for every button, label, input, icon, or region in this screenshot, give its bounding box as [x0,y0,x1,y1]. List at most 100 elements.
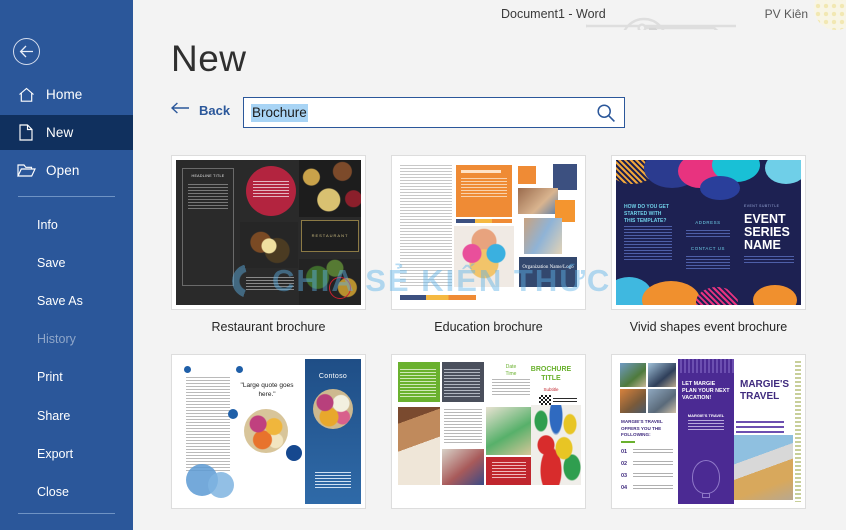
thumb-panel-brand: MARGIE'S TRAVEL [687,413,725,418]
template-item[interactable]: HEADLINE TITLE RESTAURANT Restaurant bro… [171,155,391,334]
thumb-list-lines [633,449,673,455]
search-icon[interactable] [594,101,618,125]
thumb-blob [700,176,740,200]
thumb-title: BROCHURE TITLE [530,366,572,382]
thumbnail-art: Date Time BROCHURE TITLE Subtitle [396,359,581,504]
thumb-photo-food-center [240,222,298,268]
sidebar-item-label: Open [46,163,80,178]
thumbnail-art: HOW DO YOU GET STARTED WITH THIS TEMPLAT… [616,160,801,305]
template-thumbnail-vivid[interactable]: HOW DO YOU GET STARTED WITH THIS TEMPLAT… [611,155,806,310]
thumbnail-art: Organization Name/Logo [396,160,581,305]
sidebar-item-save[interactable]: Save [0,250,133,276]
sidebar-item-print[interactable]: Print [0,364,133,390]
thumb-brand: Contoso [318,373,348,380]
thumb-photo-flowers [244,409,288,453]
thumb-quote-circle [246,166,296,216]
thumb-body-lines [624,226,672,262]
thumb-square-navy [553,164,577,190]
search-input[interactable]: Brochure [243,97,625,128]
thumb-quote: "Large quote goes here." [240,382,294,398]
thumb-list-lines [633,461,673,467]
thumbnail-art: "Large quote goes here." Contoso [176,359,361,504]
back-link[interactable]: Back [170,101,231,119]
template-thumbnail-contoso[interactable]: "Large quote goes here." Contoso [171,354,366,509]
sidebar-item-label: New [46,125,74,140]
thumb-panel-heading: LET MARGIE PLAN YOUR NEXT VACATION! [682,381,730,401]
thumb-logo-lines [553,398,577,404]
sidebar-item-save-as[interactable]: Save As [0,288,133,314]
balloon-basket-icon [702,493,710,498]
thumb-blob [696,287,738,305]
sidebar-item-open[interactable]: Open [0,153,133,188]
page-title: New [171,38,247,79]
thumbnail-art: MARGIE'S TRAVEL OFFERS YOU THE FOLLOWING… [616,359,801,504]
thumb-body-lines [444,409,482,443]
thumb-list-number: 01 [621,449,628,455]
backstage-sidebar: Home New Open Info Save Save As History … [0,0,133,530]
sidebar-item-close[interactable]: Close [0,479,133,505]
template-thumbnail-margie[interactable]: MARGIE'S TRAVEL OFFERS YOU THE FOLLOWING… [611,354,806,509]
thumb-heading: HOW DO YOU GET STARTED WITH THIS TEMPLAT… [624,204,669,224]
back-link-label: Back [199,102,231,118]
thumb-photo-food-top [299,160,361,217]
thumb-contact-label: CONTACT US [690,246,726,251]
sidebar-item-new[interactable]: New [0,115,133,150]
sidebar-item-share[interactable]: Share [0,403,133,429]
template-thumbnail-kids[interactable]: Date Time BROCHURE TITLE Subtitle [391,354,586,509]
thumb-square-orange-1 [518,166,536,184]
thumb-event-subtitle: EVENT SUBTITLE [744,204,780,208]
back-button[interactable] [13,38,40,65]
thumb-bottom-bar [400,295,476,300]
thumb-logo-text: RESTAURANT [311,233,349,238]
template-label: Vivid shapes event brochure [629,320,788,334]
thumb-photo-2 [648,363,676,387]
template-thumbnail-restaurant[interactable]: HEADLINE TITLE RESTAURANT [171,155,366,310]
thumb-red-ring [329,277,351,299]
template-label: Restaurant brochure [211,320,326,334]
thumb-dot [286,445,302,461]
template-thumbnail-education[interactable]: Organization Name/Logo [391,155,586,310]
template-item[interactable]: "Large quote goes here." Contoso Cont [171,354,391,530]
thumb-photo-pencil [398,407,440,485]
sidebar-item-export[interactable]: Export [0,441,133,467]
thumb-text-column [400,165,452,287]
thumb-text-column [186,377,230,473]
new-document-icon [14,124,38,141]
thumb-list-lines [633,473,673,479]
thumb-dot [184,366,191,373]
template-item[interactable]: MARGIE'S TRAVEL OFFERS YOU THE FOLLOWING… [611,354,831,530]
sidebar-item-home[interactable]: Home [0,77,133,112]
thumb-dot [236,366,243,373]
thumb-address-lines [686,230,730,238]
thumb-event-title: EVENT SERIES NAME [744,212,790,252]
thumb-list-number: 02 [621,461,628,467]
thumb-address-label: ADDRESS [695,220,721,225]
thumb-stripes [678,359,734,373]
thumb-photo-1 [518,188,558,214]
sidebar-item-info[interactable]: Info [0,212,133,238]
sidebar-item-label: Save As [37,294,83,308]
left-arrow-icon [170,101,190,119]
thumb-photo-hiker [734,435,793,500]
thumb-body-lines [400,369,436,397]
thumb-photo-1 [620,363,646,387]
thumb-subtitle: Subtitle [543,387,559,392]
thumb-org-box: Organization Name/Logo [519,257,577,287]
thumb-address-lines [315,472,351,488]
search-input-value: Brochure [251,103,308,122]
thumb-dot [228,409,238,419]
thumb-headline: HEADLINE TITLE [191,174,225,178]
thumb-offers-heading: MARGIE'S TRAVEL OFFERS YOU THE FOLLOWING… [621,419,663,437]
template-item[interactable]: Date Time BROCHURE TITLE Subtitle [391,354,611,530]
account-user-name[interactable]: PV Kiên [765,7,808,21]
template-item[interactable]: HOW DO YOU GET STARTED WITH THIS TEMPLAT… [611,155,831,334]
hot-air-balloon-icon [692,460,720,494]
sidebar-item-label: History [37,332,76,346]
thumb-list-lines [633,485,673,491]
title-bar: Document1 - Word PV Kiên [133,0,846,30]
thumb-event-desc-lines [744,256,794,265]
thumb-photo-4 [648,389,676,413]
sidebar-item-label: Export [37,447,74,461]
sidebar-divider-bottom [18,513,115,514]
template-item[interactable]: Organization Name/Logo Education brochur… [391,155,611,334]
